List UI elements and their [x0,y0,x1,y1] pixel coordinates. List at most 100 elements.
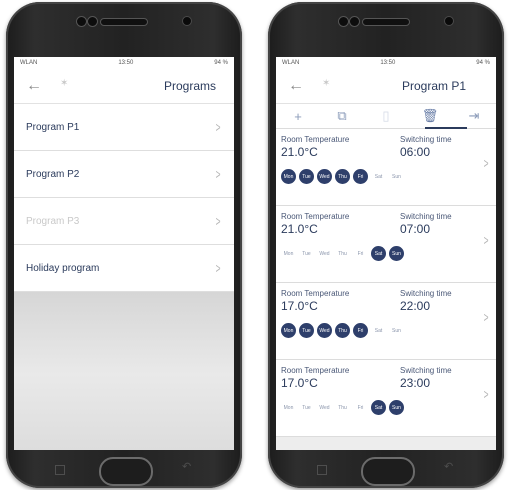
carrier-label: WLAN [282,60,300,66]
program-list-item: Program P3 > [14,198,234,245]
bluetooth-icon: ✶ [322,78,331,89]
switching-time-label: Switching time [400,212,452,221]
day-chip: Mon [283,250,294,257]
program-detail-screen: WLAN 13:50 94 % ← ✶ Program P1 + ⧉ ▯ 🗑 ⇥… [276,57,496,450]
day-chip: Tue [299,323,314,338]
program-list-item[interactable]: Program P1 > [14,104,234,151]
program-label: Program P1 [26,121,80,133]
back-key-icon[interactable]: ↶ [182,460,191,473]
switching-point-card[interactable]: Room Temperature 17.0°C Switching time 23:0… [276,360,496,437]
front-camera-2 [87,16,98,27]
status-bar: WLAN 13:50 94 % [14,57,234,69]
page-title: Program P1 [401,79,466,93]
home-button[interactable] [361,457,415,486]
chevron-right-icon: > [483,309,489,325]
clock: 13:50 [118,60,134,66]
delete-icon[interactable]: 🗑 [420,108,440,124]
switching-time-value: 07:00 [400,222,431,236]
day-chip: Wed [319,404,330,411]
chevron-right-icon: > [483,386,489,402]
chevron-right-icon: > [483,232,489,248]
switching-point-card[interactable]: Room Temperature 21.0°C Switching time 07:0… [276,206,496,283]
weekday-selector: Mon Tue Wed Thu Fri Sat Sun [281,246,404,261]
chevron-right-icon: > [215,166,221,182]
temperature-value: 21.0°C [281,222,318,236]
bluetooth-icon: ✶ [60,78,69,89]
copy-icon[interactable]: ⧉ [332,108,352,124]
proximity-sensor [444,16,454,26]
day-chip: Sat [371,400,386,415]
add-icon[interactable]: + [288,109,308,124]
switching-time-value: 23:00 [400,376,431,390]
day-chip: Sun [392,173,401,180]
export-icon[interactable]: ⇥ [464,108,484,124]
temperature-label: Room Temperature [281,289,350,298]
clock: 13:50 [380,60,396,66]
day-chip: Fri [353,169,368,184]
program-list-item[interactable]: Holiday program > [14,245,234,292]
temperature-value: 21.0°C [281,145,318,159]
day-chip: Tue [302,404,311,411]
toolbar: + ⧉ ▯ 🗑 ⇥ [276,104,496,129]
arrow-left-icon[interactable]: ← [26,77,42,95]
switching-point-list: Room Temperature 21.0°C Switching time 06:0… [276,129,496,437]
day-chip: Wed [317,323,332,338]
day-chip: Fri [353,323,368,338]
day-chip: Sun [392,327,401,334]
battery-label: 94 % [214,60,228,66]
day-chip: Thu [335,169,350,184]
phone-left: WLAN 13:50 94 % ← ✶ Programs Program P1 >… [6,2,242,488]
switching-time-label: Switching time [400,135,452,144]
page-title: Programs [163,79,216,93]
chevron-right-icon: > [215,213,221,229]
recent-apps-button[interactable] [55,465,65,475]
temperature-label: Room Temperature [281,212,350,221]
weekday-selector: Mon Tue Wed Thu Fri Sat Sun [281,400,404,415]
status-bar: WLAN 13:50 94 % [276,57,496,69]
switching-point-card[interactable]: Room Temperature 21.0°C Switching time 06:0… [276,129,496,206]
switching-time-label: Switching time [400,366,452,375]
day-chip: Sat [374,173,383,180]
front-camera [338,16,349,27]
recent-apps-button[interactable] [317,465,327,475]
empty-area [14,292,234,450]
weekday-selector: Mon Tue Wed Thu Fri Sat Sun [281,323,404,338]
chevron-right-icon: > [215,119,221,135]
day-chip: Thu [335,323,350,338]
back-key-icon[interactable]: ↶ [444,460,453,473]
app-bar: ← ✶ Programs [14,69,234,104]
programs-screen: WLAN 13:50 94 % ← ✶ Programs Program P1 >… [14,57,234,450]
day-chip: Sat [374,327,383,334]
day-chip: Mon [283,404,294,411]
day-chip: Fri [357,404,364,411]
front-camera [76,16,87,27]
day-chip: Sat [371,246,386,261]
switching-time-value: 22:00 [400,299,431,313]
switching-time-label: Switching time [400,289,452,298]
temperature-label: Room Temperature [281,135,350,144]
program-label: Program P3 [26,215,80,227]
day-chip: Thu [338,250,347,257]
day-chip: Sun [389,400,404,415]
program-list-item[interactable]: Program P2 > [14,151,234,198]
weekday-selector: Mon Tue Wed Thu Fri Sat Sun [281,169,404,184]
app-bar: ← ✶ Program P1 [276,69,496,104]
day-chip: Sun [389,246,404,261]
day-chip: Thu [338,404,347,411]
arrow-left-icon[interactable]: ← [288,77,304,95]
day-chip: Wed [317,169,332,184]
program-label: Holiday program [26,262,100,274]
paste-icon[interactable]: ▯ [376,108,396,124]
phone-right: WLAN 13:50 94 % ← ✶ Program P1 + ⧉ ▯ 🗑 ⇥… [268,2,504,488]
day-chip: Mon [281,323,296,338]
switching-point-card[interactable]: Room Temperature 17.0°C Switching time 22:0… [276,283,496,360]
temperature-label: Room Temperature [281,366,350,375]
day-chip: Wed [319,250,330,257]
chevron-right-icon: > [483,155,489,171]
day-chip: Fri [357,250,364,257]
front-camera-2 [349,16,360,27]
earpiece-speaker [362,18,410,26]
home-button[interactable] [99,457,153,486]
temperature-value: 17.0°C [281,299,318,313]
day-chip: Tue [299,169,314,184]
